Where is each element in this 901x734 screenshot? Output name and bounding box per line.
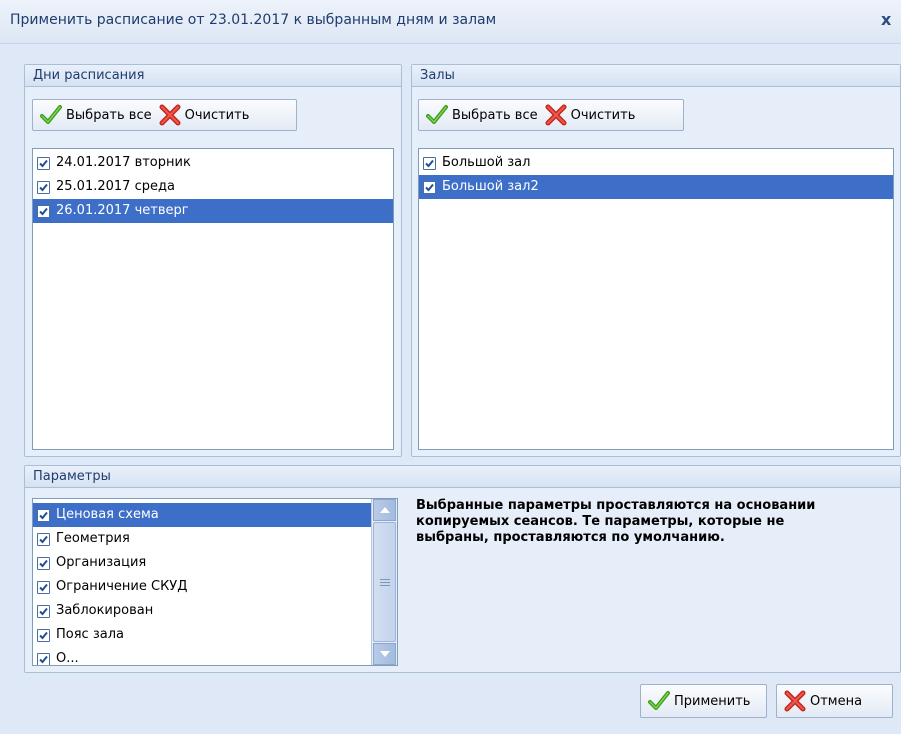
cancel-button[interactable]: Отмена	[776, 684, 893, 718]
checkmark-icon	[39, 104, 63, 126]
list-item-label: Организация	[56, 555, 147, 570]
list-item-label: 24.01.2017 вторник	[56, 155, 191, 170]
halls-group-header: Залы	[412, 65, 900, 87]
days-clear-label: Очистить	[184, 107, 250, 123]
checkbox[interactable]	[37, 180, 50, 194]
grip-icon	[380, 579, 390, 586]
days-select-all-button[interactable]: Выбрать все Очистить	[32, 99, 297, 131]
checkmark-icon	[647, 690, 671, 712]
list-item[interactable]: Геометрия	[33, 527, 397, 551]
halls-clear-label: Очистить	[570, 107, 636, 123]
list-item-label: 25.01.2017 среда	[56, 179, 175, 194]
apply-label: Применить	[674, 693, 751, 709]
scroll-up-button[interactable]	[373, 499, 396, 521]
checkbox[interactable]	[37, 628, 50, 642]
list-item[interactable]: 24.01.2017 вторник	[33, 151, 393, 175]
checkbox[interactable]	[423, 180, 436, 194]
arrow-up-icon	[379, 507, 390, 513]
list-item[interactable]: Пояс зала	[33, 623, 397, 647]
close-icon[interactable]: x	[881, 10, 891, 29]
checkbox[interactable]	[37, 604, 50, 618]
window-title: Применить расписание от 23.01.2017 к выб…	[10, 12, 497, 28]
red-x-icon	[783, 690, 807, 712]
list-item-label: Большой зал	[442, 155, 531, 170]
list-item[interactable]: Большой зал	[419, 151, 893, 175]
checkmark-icon	[425, 104, 449, 126]
arrow-down-icon	[379, 651, 390, 657]
list-item-label: Большой зал2	[442, 179, 539, 194]
list-item[interactable]: Заблокирован	[33, 599, 397, 623]
scroll-thumb[interactable]	[373, 522, 396, 642]
params-scrollbar[interactable]	[371, 499, 397, 665]
list-item-label: Заблокирован	[56, 603, 154, 618]
list-item[interactable]: 26.01.2017 четверг	[33, 199, 393, 223]
list-item-label: Геометрия	[56, 531, 130, 546]
checkbox[interactable]	[423, 156, 436, 170]
list-item-label: Ценовая схема	[56, 507, 159, 522]
scroll-down-button[interactable]	[373, 643, 396, 665]
params-note: Выбранные параметры проставляются на осн…	[416, 498, 816, 545]
checkbox[interactable]	[37, 532, 50, 546]
list-item[interactable]: О...	[33, 647, 397, 666]
days-select-all-label: Выбрать все	[66, 107, 152, 123]
list-item[interactable]: 25.01.2017 среда	[33, 175, 393, 199]
red-x-icon	[544, 104, 568, 126]
params-group-header: Параметры	[25, 466, 900, 488]
params-list[interactable]: Ценовая схема Геометрия Организация Огра…	[32, 498, 398, 666]
list-item[interactable]: Ограничение СКУД	[33, 575, 397, 599]
checkbox[interactable]	[37, 556, 50, 570]
title-bar: Применить расписание от 23.01.2017 к выб…	[0, 0, 901, 44]
checkbox[interactable]	[37, 204, 50, 218]
halls-select-all-button[interactable]: Выбрать все Очистить	[418, 99, 684, 131]
list-item[interactable]: Большой зал2	[419, 175, 893, 199]
days-group-header: Дни расписания	[25, 65, 401, 87]
checkbox[interactable]	[37, 508, 50, 522]
list-item-label: Ограничение СКУД	[56, 579, 188, 594]
days-list[interactable]: 24.01.2017 вторник 25.01.2017 среда 26.0…	[32, 148, 394, 450]
checkbox[interactable]	[37, 580, 50, 594]
halls-select-all-label: Выбрать все	[452, 107, 538, 123]
list-item-label: Пояс зала	[56, 627, 124, 642]
cancel-label: Отмена	[810, 693, 863, 709]
list-item-label: 26.01.2017 четверг	[56, 203, 189, 218]
list-item[interactable]: Организация	[33, 551, 397, 575]
list-item-label: О...	[56, 651, 79, 666]
checkbox[interactable]	[37, 156, 50, 170]
apply-button[interactable]: Применить	[640, 684, 767, 718]
list-item[interactable]: Ценовая схема	[33, 503, 371, 527]
red-x-icon	[158, 104, 182, 126]
halls-list[interactable]: Большой зал Большой зал2	[418, 148, 894, 450]
checkbox[interactable]	[37, 652, 50, 665]
